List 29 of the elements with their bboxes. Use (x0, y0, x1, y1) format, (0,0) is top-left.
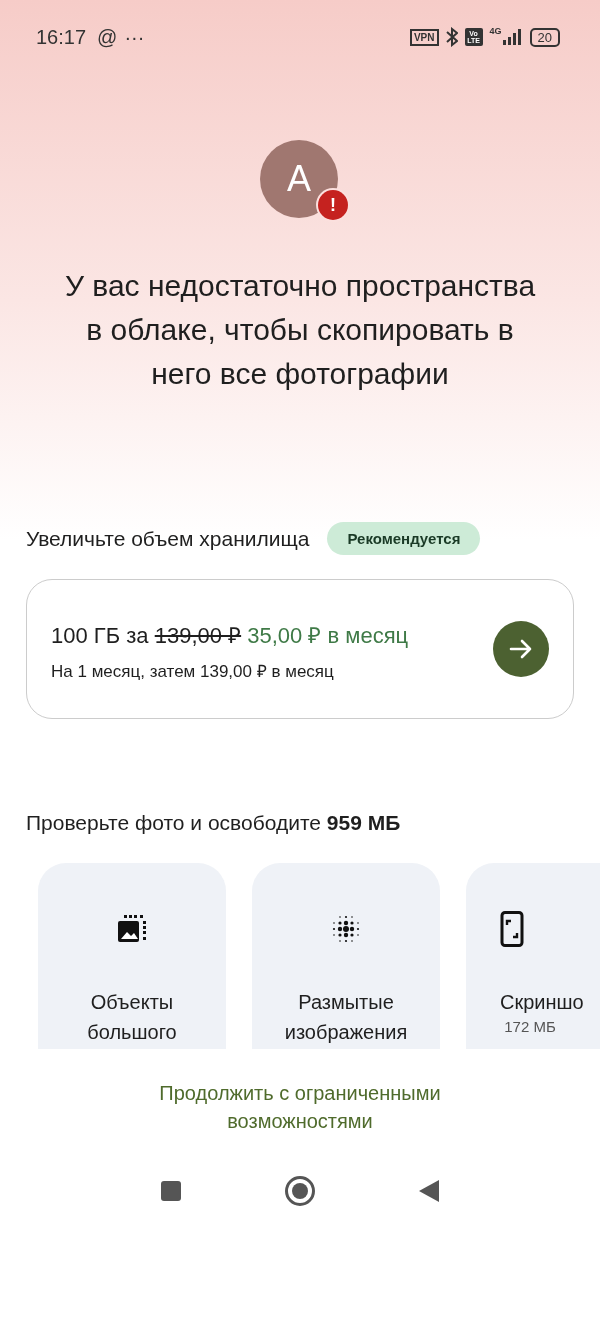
continue-link[interactable]: Продолжить с ограниченными возможностями (110, 1079, 490, 1135)
more-notifications: ··· (124, 25, 145, 49)
category-label: Размытые изображения (283, 990, 409, 1045)
price-text: 100 ГБ за 139,00 ₽ 35,00 ₽ в месяц (51, 622, 410, 650)
network-type: 4G (489, 26, 502, 36)
battery-indicator: 20 (529, 27, 560, 47)
home-icon[interactable] (284, 1175, 316, 1207)
clock: 16:17 (36, 25, 87, 49)
vpn-badge: VPN (409, 28, 439, 46)
category-label: Объекты большого (86, 990, 178, 1045)
phone-screenshot-icon (500, 911, 524, 947)
section-title: Увеличьте объем хранилища (26, 526, 310, 551)
headline: У вас недостаточно пространства в облаке, чтобы скопировать в него все фотографии (63, 268, 537, 392)
category-size: 172 МБ (503, 1018, 557, 1035)
bluetooth-icon (445, 27, 458, 47)
category-label: Скриншо (500, 990, 584, 1015)
section-title: Проверьте фото и освободите 959 МБ (26, 811, 402, 835)
at-sign-notification: @ (97, 25, 118, 49)
recents-icon[interactable] (160, 1180, 182, 1202)
offer-card[interactable]: 100 ГБ за 139,00 ₽ 35,00 ₽ в месяц На 1 месяц, затем 139,00 ₽ в месяц (26, 579, 574, 719)
category-card[interactable]: Размытые изображения (252, 863, 440, 1049)
offer-note: На 1 месяц, затем 139,00 ₽ в месяц (51, 661, 335, 682)
category-card[interactable]: Скриншо 172 МБ (466, 863, 600, 1049)
warning-badge: ! (318, 190, 348, 220)
recommended-badge: Рекомендуется (327, 522, 481, 555)
arrow-button[interactable] (493, 621, 549, 677)
back-icon[interactable] (418, 1179, 440, 1203)
category-card[interactable]: Объекты большого (38, 863, 226, 1049)
signal-icon (502, 29, 523, 45)
